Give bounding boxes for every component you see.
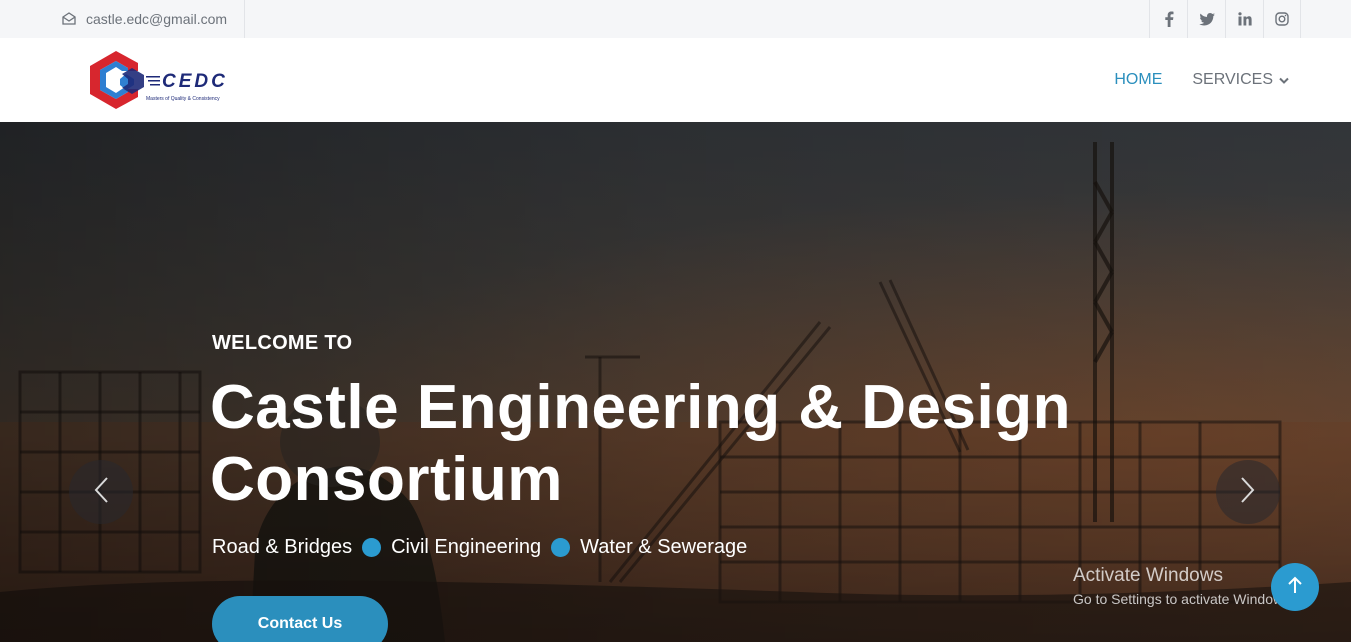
service-road-bridges: Road & Bridges — [212, 536, 353, 558]
chevron-right-icon — [1240, 476, 1256, 509]
envelope-icon — [62, 12, 78, 26]
main-nav: HOME SERVICES — [1114, 38, 1289, 122]
email-text: castle.edc@gmail.com — [86, 11, 228, 27]
logo-tagline: Masters of Quality & Consistency — [146, 96, 220, 102]
windows-activation-watermark: Activate Windows Go to Settings to activ… — [1073, 565, 1294, 607]
twitter-icon[interactable] — [1187, 0, 1225, 38]
nav-home[interactable]: HOME — [1114, 71, 1162, 89]
arrow-up-icon — [1288, 576, 1302, 599]
slider-prev-button[interactable] — [69, 460, 133, 524]
facebook-icon[interactable] — [1149, 0, 1187, 38]
nav-services-label: SERVICES — [1192, 71, 1273, 88]
back-to-top-button[interactable] — [1271, 563, 1319, 611]
top-bar: castle.edc@gmail.com — [0, 0, 1351, 38]
hero-services: Road & Bridges Civil Engineering Water &… — [212, 536, 747, 559]
chevron-down-icon — [1279, 71, 1289, 89]
activate-title: Activate Windows — [1073, 565, 1223, 586]
cedc-logo[interactable]: CEDC Masters of Quality & Consistency — [86, 50, 236, 110]
contact-us-button[interactable]: Contact Us — [212, 596, 388, 642]
logo-text: CEDC — [162, 71, 228, 92]
service-civil-engineering: Civil Engineering — [391, 536, 542, 558]
slider-next-button[interactable] — [1216, 460, 1280, 524]
linkedin-icon[interactable] — [1225, 0, 1263, 38]
separator-dot — [362, 538, 382, 557]
instagram-icon[interactable] — [1263, 0, 1301, 38]
chevron-left-icon — [93, 476, 109, 509]
hero-title: Castle Engineering & Design Consortium — [210, 373, 1072, 514]
nav-services[interactable]: SERVICES — [1192, 71, 1289, 89]
contact-email[interactable]: castle.edc@gmail.com — [62, 0, 245, 38]
separator-dot — [551, 538, 571, 557]
activate-subtitle: Go to Settings to activate Windows. — [1073, 591, 1294, 607]
site-header: CEDC Masters of Quality & Consistency HO… — [0, 38, 1351, 122]
hero-welcome: WELCOME TO — [212, 332, 353, 354]
service-water-sewerage: Water & Sewerage — [580, 536, 748, 558]
hero-slider: WELCOME TO Castle Engineering & Design C… — [0, 122, 1351, 642]
social-links — [1149, 0, 1301, 38]
